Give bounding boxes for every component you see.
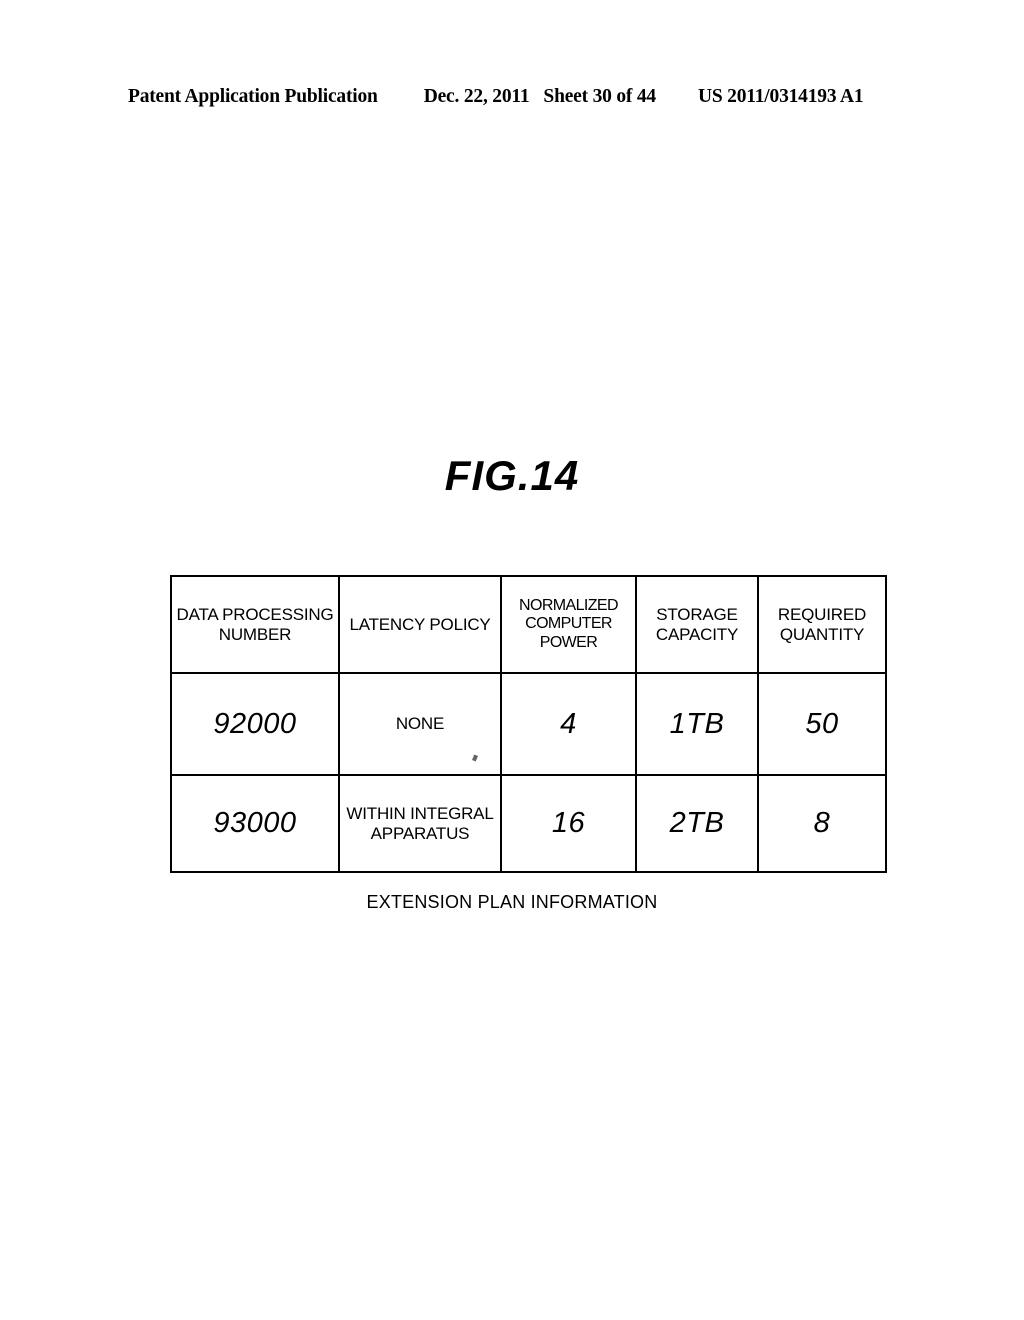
cell-latency-policy: NONE — [338, 672, 502, 776]
cell-storage-capacity: 1TB — [635, 672, 759, 776]
column-header-normalized-computer-power: NORMALIZED COMPUTER POWER — [500, 575, 637, 674]
cell-latency-policy: WITHIN INTEGRAL APPARATUS — [338, 774, 502, 873]
cell-required-quantity: 50 — [757, 672, 887, 776]
cell-storage-capacity: 2TB — [635, 774, 759, 873]
page-header: Patent Application Publication Dec. 22, … — [128, 86, 896, 114]
table-header-row: DATA PROCESSING NUMBER LATENCY POLICY NO… — [170, 575, 887, 674]
header-document-number: US 2011/0314193 A1 — [697, 86, 864, 107]
cell-data-processing-number: 93000 — [170, 774, 340, 873]
figure-caption: EXTENSION PLAN INFORMATION — [366, 892, 658, 912]
header-sheet-label: Sheet 30 of 44 — [543, 86, 656, 107]
header-publication-label: Patent Application Publication — [128, 86, 378, 107]
column-header-required-quantity: REQUIRED QUANTITY — [757, 575, 887, 674]
figure-title: FIG.14 — [444, 452, 580, 499]
cell-normalized-computer-power: 4 — [500, 672, 637, 776]
extension-plan-table: DATA PROCESSING NUMBER LATENCY POLICY NO… — [170, 575, 887, 873]
table-row: 92000 NONE 4 1TB 50 — [170, 672, 887, 776]
column-header-storage-capacity: STORAGE CAPACITY — [635, 575, 759, 674]
column-header-latency-policy: LATENCY POLICY — [338, 575, 502, 674]
cell-required-quantity: 8 — [757, 774, 887, 873]
cell-normalized-computer-power: 16 — [500, 774, 637, 873]
cell-data-processing-number: 92000 — [170, 672, 340, 776]
column-header-data-processing-number: DATA PROCESSING NUMBER — [170, 575, 340, 674]
table-row: 93000 WITHIN INTEGRAL APPARATUS 16 2TB 8 — [170, 774, 887, 873]
extension-plan-table-container: DATA PROCESSING NUMBER LATENCY POLICY NO… — [170, 575, 887, 873]
header-date-label: Dec. 22, 2011 — [423, 86, 530, 107]
